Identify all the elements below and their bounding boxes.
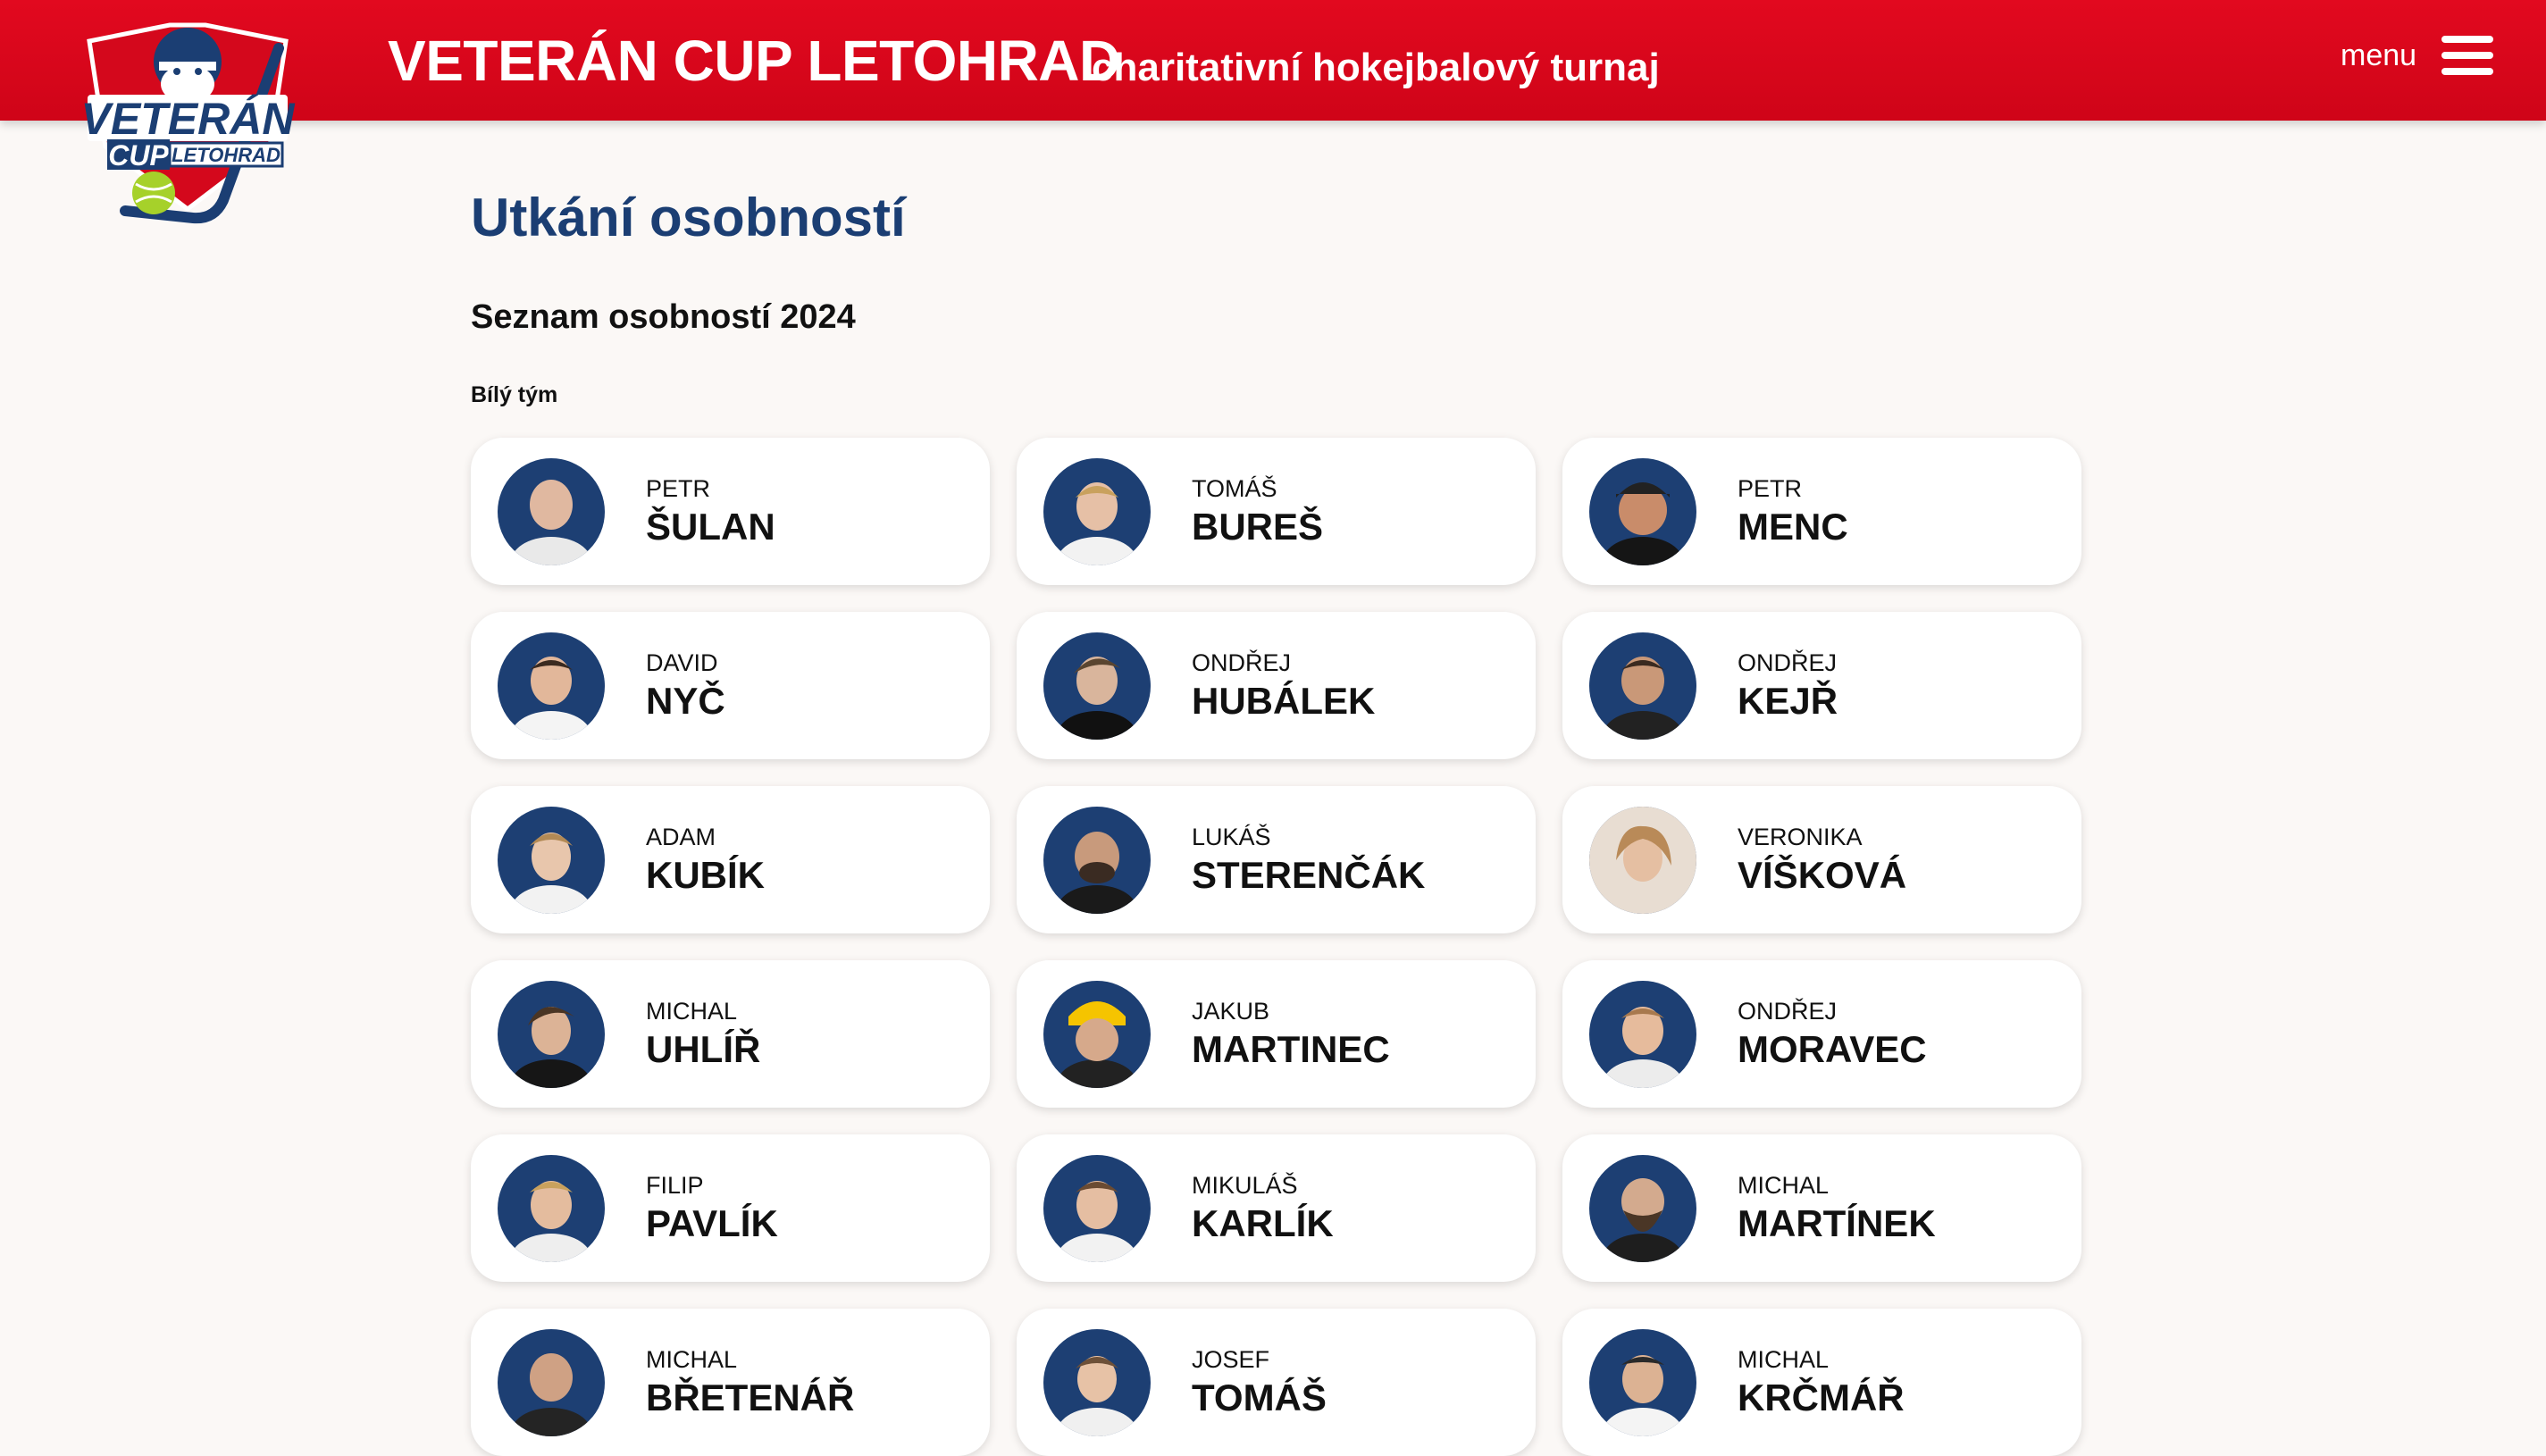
player-first-name: PETR [646, 475, 711, 502]
player-last-name: KEJŘ [1738, 680, 1838, 722]
player-card[interactable]: ONDŘEJ KEJŘ [1562, 612, 2081, 759]
player-photo [1589, 981, 1696, 1088]
player-card[interactable]: VERONIKA VÍŠKOVÁ [1562, 786, 2081, 933]
player-first-name: VERONIKA [1738, 824, 1863, 850]
player-last-name: HUBÁLEK [1192, 680, 1376, 722]
player-card[interactable]: TOMÁŠ BUREŠ [1017, 438, 1536, 585]
player-last-name: MORAVEC [1738, 1028, 1927, 1070]
player-card[interactable]: PETR MENC [1562, 438, 2081, 585]
logo-text-cup: CUP [108, 139, 169, 172]
player-first-name: TOMÁŠ [1192, 475, 1277, 502]
player-photo [1043, 1155, 1151, 1262]
player-first-name: JOSEF [1192, 1346, 1270, 1373]
player-card[interactable]: DAVID NYČ [471, 612, 990, 759]
player-card[interactable]: JAKUB MARTINEC [1017, 960, 1536, 1108]
menu-button[interactable]: menu [2341, 27, 2501, 84]
player-photo [1589, 1329, 1696, 1436]
site-logo[interactable]: VETERÁN CUP LETOHRAD [71, 13, 304, 227]
player-first-name: JAKUB [1192, 998, 1270, 1025]
players-grid: PETR ŠULAN TOMÁŠ BUREŠ PETR MENC DAVID N… [471, 438, 2081, 1456]
player-last-name: PAVLÍK [646, 1202, 778, 1244]
player-card[interactable]: ADAM KUBÍK [471, 786, 990, 933]
player-last-name: MARTÍNEK [1738, 1202, 1936, 1244]
site-subtitle: charitativní hokejbalový turnaj [1092, 46, 1660, 89]
player-photo [498, 1155, 605, 1262]
menu-label[interactable]: menu [2341, 38, 2416, 73]
player-card[interactable]: MICHAL KRČMÁŘ [1562, 1309, 2081, 1456]
player-last-name: BŘETENÁŘ [646, 1377, 855, 1418]
player-card[interactable]: MICHAL MARTÍNEK [1562, 1134, 2081, 1282]
player-first-name: ONDŘEJ [1192, 649, 1292, 676]
player-photo [1589, 807, 1696, 914]
player-first-name: MICHAL [1738, 1346, 1830, 1373]
list-heading: Seznam osobností 2024 [471, 298, 856, 336]
player-card[interactable]: JOSEF TOMÁŠ [1017, 1309, 1536, 1456]
player-photo [498, 1329, 605, 1436]
player-photo [1043, 981, 1151, 1088]
player-last-name: KUBÍK [646, 854, 765, 896]
page-title: Utkání osobností [471, 188, 906, 247]
player-photo [1043, 807, 1151, 914]
player-last-name: MARTINEC [1192, 1028, 1390, 1070]
player-first-name: ONDŘEJ [1738, 649, 1838, 676]
player-last-name: TOMÁŠ [1192, 1377, 1327, 1418]
player-first-name: DAVID [646, 649, 718, 676]
player-last-name: NYČ [646, 680, 725, 722]
hamburger-icon[interactable] [2441, 36, 2494, 75]
player-card[interactable]: ONDŘEJ HUBÁLEK [1017, 612, 1536, 759]
player-first-name: MIKULÁŠ [1192, 1172, 1298, 1199]
player-first-name: ONDŘEJ [1738, 998, 1838, 1025]
player-last-name: KARLÍK [1192, 1202, 1334, 1244]
team-label: Bílý tým [471, 382, 558, 407]
player-card[interactable]: PETR ŠULAN [471, 438, 990, 585]
player-card[interactable]: MIKULÁŠ KARLÍK [1017, 1134, 1536, 1282]
player-last-name: BUREŠ [1192, 506, 1324, 548]
player-first-name: FILIP [646, 1172, 704, 1199]
player-card[interactable]: ONDŘEJ MORAVEC [1562, 960, 2081, 1108]
player-photo [1589, 458, 1696, 565]
player-photo [1043, 1329, 1151, 1436]
player-photo [1589, 1155, 1696, 1262]
player-photo [498, 458, 605, 565]
player-last-name: UHLÍŘ [646, 1028, 761, 1070]
player-last-name: VÍŠKOVÁ [1738, 854, 1907, 896]
player-card[interactable]: LUKÁŠ STERENČÁK [1017, 786, 1536, 933]
player-card[interactable]: FILIP PAVLÍK [471, 1134, 990, 1282]
player-last-name: KRČMÁŘ [1738, 1377, 1905, 1418]
player-photo [498, 981, 605, 1088]
player-photo [1589, 632, 1696, 740]
site-title[interactable]: VETERÁN CUP LETOHRAD [388, 25, 1120, 96]
logo-text-letohrad: LETOHRAD [172, 144, 281, 166]
player-first-name: MICHAL [646, 1346, 738, 1373]
player-photo [1043, 458, 1151, 565]
player-card[interactable]: MICHAL BŘETENÁŘ [471, 1309, 990, 1456]
player-photo [498, 632, 605, 740]
player-first-name: ADAM [646, 824, 716, 850]
logo-text-veteran: VETERÁN [81, 94, 296, 144]
player-last-name: STERENČÁK [1192, 854, 1426, 896]
player-card[interactable]: MICHAL UHLÍŘ [471, 960, 990, 1108]
player-first-name: LUKÁŠ [1192, 824, 1271, 850]
player-first-name: PETR [1738, 475, 1803, 502]
player-last-name: ŠULAN [646, 506, 775, 548]
player-first-name: MICHAL [646, 998, 738, 1025]
player-photo [498, 807, 605, 914]
player-last-name: MENC [1738, 506, 1848, 548]
site-header: VETERÁN CUP LETOHRAD charitativní hokejb… [0, 0, 2546, 121]
player-photo [1043, 632, 1151, 740]
player-first-name: MICHAL [1738, 1172, 1830, 1199]
